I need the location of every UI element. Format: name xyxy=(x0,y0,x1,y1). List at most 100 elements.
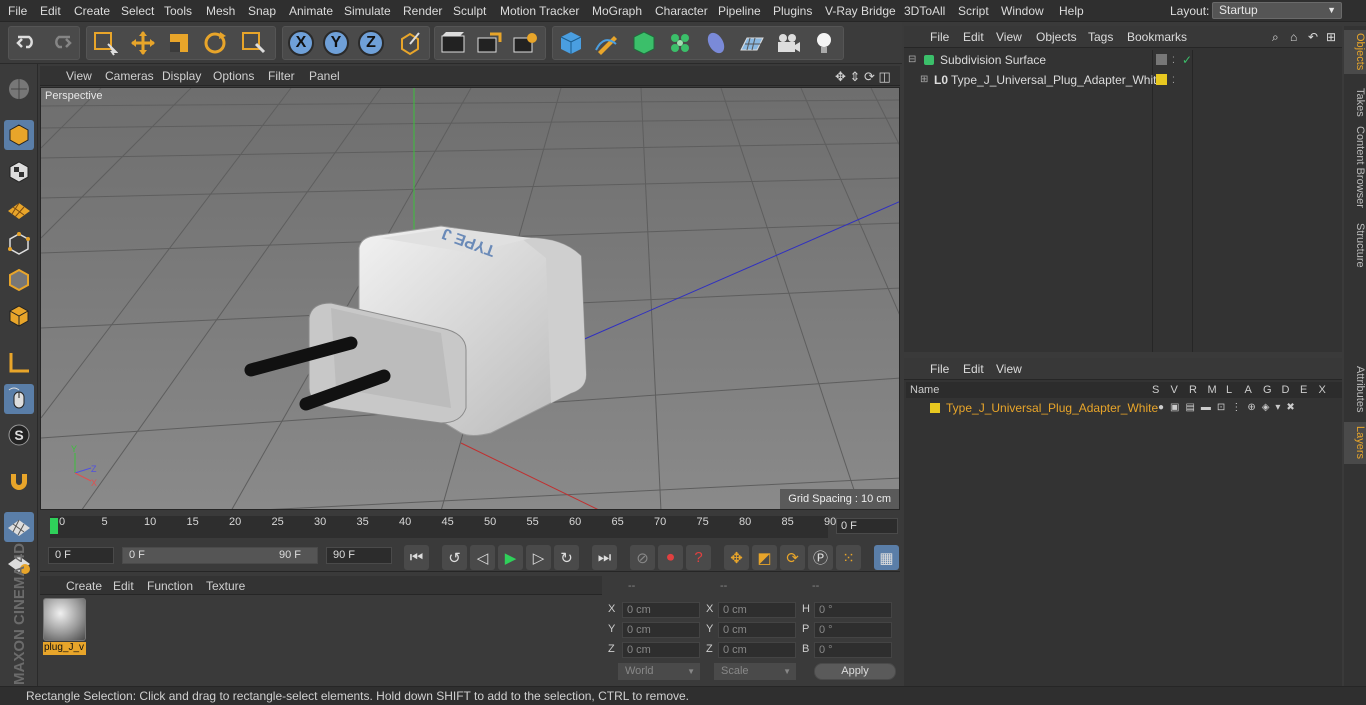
scale-icon[interactable] xyxy=(162,26,196,60)
play-icon[interactable]: ▶ xyxy=(498,545,523,570)
rectangle-select-icon[interactable] xyxy=(88,26,122,60)
edges-mode-icon[interactable] xyxy=(4,265,34,295)
tab-objects[interactable]: Objects xyxy=(1344,30,1366,74)
viewport-menu-filter[interactable]: Filter xyxy=(268,69,295,83)
layer-column-m[interactable]: M xyxy=(1208,382,1217,398)
object-menu-file[interactable]: File xyxy=(930,30,949,44)
tab-takes[interactable]: Takes xyxy=(1344,82,1366,122)
viewport-menu-panel[interactable]: Panel xyxy=(309,69,340,83)
light-icon[interactable] xyxy=(807,26,841,60)
live-select-icon[interactable] xyxy=(236,26,270,60)
layer-column-v[interactable]: V xyxy=(1171,382,1178,398)
coord-value-field[interactable]: 0 cm xyxy=(718,622,796,638)
world-dropdown[interactable]: World ▼ xyxy=(618,663,700,680)
collapse-icon[interactable]: ⊟ xyxy=(908,50,916,70)
menu-sculpt[interactable]: Sculpt xyxy=(453,4,486,18)
next-key-icon[interactable]: ↻ xyxy=(554,545,579,570)
object-row-plug[interactable]: ⊞ L0 Type_J_Universal_Plug_Adapter_White… xyxy=(904,70,1342,90)
y-axis-icon[interactable]: Y xyxy=(319,26,353,60)
menu-simulate[interactable]: Simulate xyxy=(344,4,391,18)
tab-attributes[interactable]: Attributes xyxy=(1344,360,1366,418)
coord-value-field[interactable]: 0 ° xyxy=(814,642,892,658)
z-axis-icon[interactable]: Z xyxy=(354,26,388,60)
undo-icon[interactable] xyxy=(10,26,44,60)
layer-menu-file[interactable]: File xyxy=(930,362,949,376)
key-position-icon[interactable]: ✥ xyxy=(724,545,749,570)
previous-frame-icon[interactable]: ◁ xyxy=(470,545,495,570)
coord-value-field[interactable]: 0 ° xyxy=(814,602,892,618)
viewport-menu-cameras[interactable]: Cameras xyxy=(105,69,154,83)
coord-value-field[interactable]: 0 ° xyxy=(814,622,892,638)
subdivision-icon[interactable] xyxy=(627,26,661,60)
layout-dropdown[interactable]: Startup ▼ xyxy=(1212,2,1342,19)
autokey-icon[interactable]: ⏺ xyxy=(658,545,683,570)
deformer-icon[interactable] xyxy=(699,26,733,60)
visibility-dots-icon[interactable]: ⁚ xyxy=(1172,70,1175,90)
snap-icon[interactable]: S xyxy=(4,420,34,450)
end-frame-field[interactable]: 90 F xyxy=(326,547,392,564)
layer-column-g[interactable]: G xyxy=(1263,382,1272,398)
grid-lock-icon[interactable] xyxy=(4,512,34,542)
layer-column-s[interactable]: S xyxy=(1152,382,1159,398)
rotate-icon[interactable] xyxy=(198,26,232,60)
layer-color-swatch[interactable] xyxy=(930,403,940,413)
coord-value-field[interactable]: 0 cm xyxy=(718,602,796,618)
layer-toggle-icons[interactable]: ●▣▤▬⊡⋮⊕◈▾✖ xyxy=(1158,398,1301,418)
object-menu-tags[interactable]: Tags xyxy=(1088,30,1113,44)
apply-button[interactable]: Apply xyxy=(814,663,896,680)
menu-select[interactable]: Select xyxy=(121,4,154,18)
object-row-subdivision[interactable]: ⊟ Subdivision Surface ⁚ ✓ xyxy=(904,50,1342,70)
key-pla-icon[interactable]: ⁙ xyxy=(836,545,861,570)
menu-animate[interactable]: Animate xyxy=(289,4,333,18)
layer-name[interactable]: Type_J_Universal_Plug_Adapter_White xyxy=(946,398,1158,418)
material-menu-texture[interactable]: Texture xyxy=(206,579,245,593)
keyframe-selection-icon[interactable]: ? xyxy=(686,545,711,570)
material-menu-create[interactable]: Create xyxy=(66,579,102,593)
coord-value-field[interactable]: 0 cm xyxy=(622,642,700,658)
menu-plugins[interactable]: Plugins xyxy=(773,4,812,18)
menu-3dtoall[interactable]: 3DToAll xyxy=(904,4,945,18)
visibility-dots-icon[interactable]: ⁚ xyxy=(1172,50,1175,70)
menu-script[interactable]: Script xyxy=(958,4,989,18)
next-frame-icon[interactable]: ▷ xyxy=(526,545,551,570)
viewport-menu-options[interactable]: Options xyxy=(213,69,254,83)
tab-layers[interactable]: Layers xyxy=(1344,422,1366,464)
layer-column-d[interactable]: D xyxy=(1282,382,1290,398)
edit-toggle-icon[interactable] xyxy=(1156,54,1167,65)
polygons-mode-icon[interactable] xyxy=(4,301,34,331)
enabled-check-icon[interactable]: ✓ xyxy=(1182,50,1192,70)
coord-value-field[interactable]: 0 cm xyxy=(718,642,796,658)
layer-row[interactable]: Type_J_Universal_Plug_Adapter_White ●▣▤▬… xyxy=(904,398,1342,418)
viewport-menu-display[interactable]: Display xyxy=(162,69,201,83)
playhead[interactable] xyxy=(50,518,58,534)
render-view-icon[interactable] xyxy=(436,26,470,60)
record-keys-icon[interactable]: ⊘ xyxy=(630,545,655,570)
layer-column-name[interactable]: Name xyxy=(910,382,939,398)
material-menu-function[interactable]: Function xyxy=(147,579,193,593)
search-icon[interactable]: ⌕ xyxy=(1272,30,1279,45)
layer-column-e[interactable]: E xyxy=(1300,382,1307,398)
x-axis-icon[interactable]: X xyxy=(284,26,318,60)
expand-icon[interactable]: ⊞ xyxy=(1326,30,1336,44)
menu-motion-tracker[interactable]: Motion Tracker xyxy=(500,4,579,18)
material-thumbnail[interactable] xyxy=(43,598,86,641)
pen-icon[interactable] xyxy=(590,26,624,60)
workplane-icon[interactable] xyxy=(4,193,34,223)
timeline-ruler[interactable]: 0 5 10 15 20 25 30 35 40 45 50 55 60 65 70 75 80 85 90 0 F xyxy=(40,512,900,542)
menu-render[interactable]: Render xyxy=(403,4,442,18)
material-menu-edit[interactable]: Edit xyxy=(113,579,134,593)
menu-mograph[interactable]: MoGraph xyxy=(592,4,642,18)
object-menu-objects[interactable]: Objects xyxy=(1036,30,1077,44)
menu-mesh[interactable]: Mesh xyxy=(206,4,235,18)
back-icon[interactable]: ↶ xyxy=(1308,30,1318,44)
go-to-start-icon[interactable]: ⏮ xyxy=(404,545,429,570)
object-menu-edit[interactable]: Edit xyxy=(963,30,984,44)
scale-dropdown[interactable]: Scale ▼ xyxy=(714,663,796,680)
menu-snap[interactable]: Snap xyxy=(248,4,276,18)
menu-character[interactable]: Character xyxy=(655,4,708,18)
tab-structure[interactable]: Structure xyxy=(1344,218,1366,272)
menu-vray-bridge[interactable]: V-Ray Bridge xyxy=(825,4,896,18)
viewport-menu-view[interactable]: View xyxy=(66,69,92,83)
frame-ruler[interactable]: 0 5 10 15 20 25 30 35 40 45 50 55 60 65 70 75 80 85 90 xyxy=(50,516,836,538)
floor-icon[interactable] xyxy=(735,26,769,60)
